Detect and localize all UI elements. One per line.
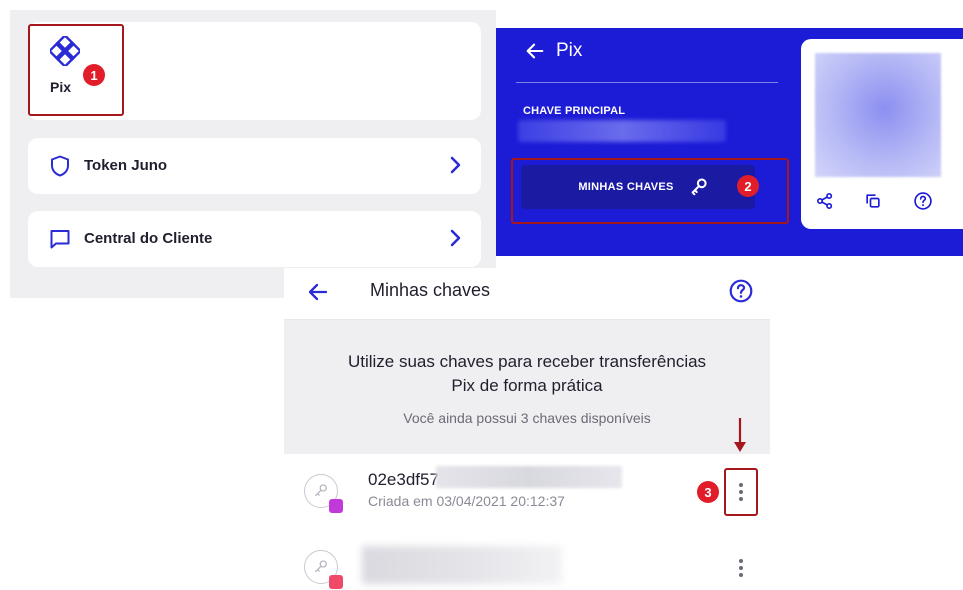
kebab-menu-icon[interactable] [734,556,748,582]
chat-bubble-icon [50,230,70,249]
key-icon [315,484,327,497]
page-title: Minhas chaves [370,280,491,300]
step-1-highlight [28,24,124,116]
info-line-1: Utilize suas chaves para receber transfe… [347,352,707,371]
minhas-chaves-panel: Minhas chaves Utilize suas chaves para r… [284,268,770,590]
copy-icon[interactable] [863,191,883,211]
share-icon[interactable] [815,191,835,211]
qr-code-card [801,39,963,229]
chevron-right-icon [450,156,461,174]
pix-back-header[interactable]: Pix [524,40,582,62]
minhas-chaves-top-bar: Minhas chaves [284,268,770,320]
random-key-badge-icon [329,499,343,513]
token-juno-label: Token Juno [84,157,168,174]
chave-principal-value-redacted [518,120,726,142]
list-item[interactable] [284,536,770,590]
shield-icon [51,155,69,177]
step-3-badge: 3 [697,481,719,503]
pix-screen-title: Pix [556,40,583,61]
key-value-redacted [362,546,562,584]
central-do-cliente-label: Central do Cliente [84,230,213,247]
key-avatar [304,474,343,513]
chave-principal-label: CHAVE PRINCIPAL [523,105,626,117]
email-badge-icon [329,575,343,589]
qr-code-redacted [815,53,941,177]
help-circle-icon[interactable] [728,278,754,304]
key-name: 02e3df57- [368,470,445,489]
key-icon [315,560,327,573]
help-circle-icon[interactable] [913,191,933,211]
arrow-left-icon[interactable] [306,280,330,304]
pointer-arrow-icon [734,418,746,452]
available-keys-count: Você ainda possui 3 chaves disponíveis [403,410,651,426]
keys-info-banner: Utilize suas chaves para receber transfe… [284,320,770,454]
info-line-2: Pix de forma prática [451,376,603,395]
chevron-right-icon [450,229,461,247]
key-created-date: Criada em 03/04/2021 20:12:37 [368,493,565,509]
step-3-highlight [724,468,758,516]
key-value-redacted [436,466,622,488]
token-juno-menu-item[interactable]: Token Juno [28,138,481,194]
header-divider [516,82,778,83]
central-do-cliente-menu-item[interactable]: Central do Cliente [28,211,481,267]
step-2-badge: 2 [737,175,759,197]
arrow-left-icon [526,43,544,59]
key-avatar [304,550,343,589]
step-1-badge: 1 [83,64,105,86]
